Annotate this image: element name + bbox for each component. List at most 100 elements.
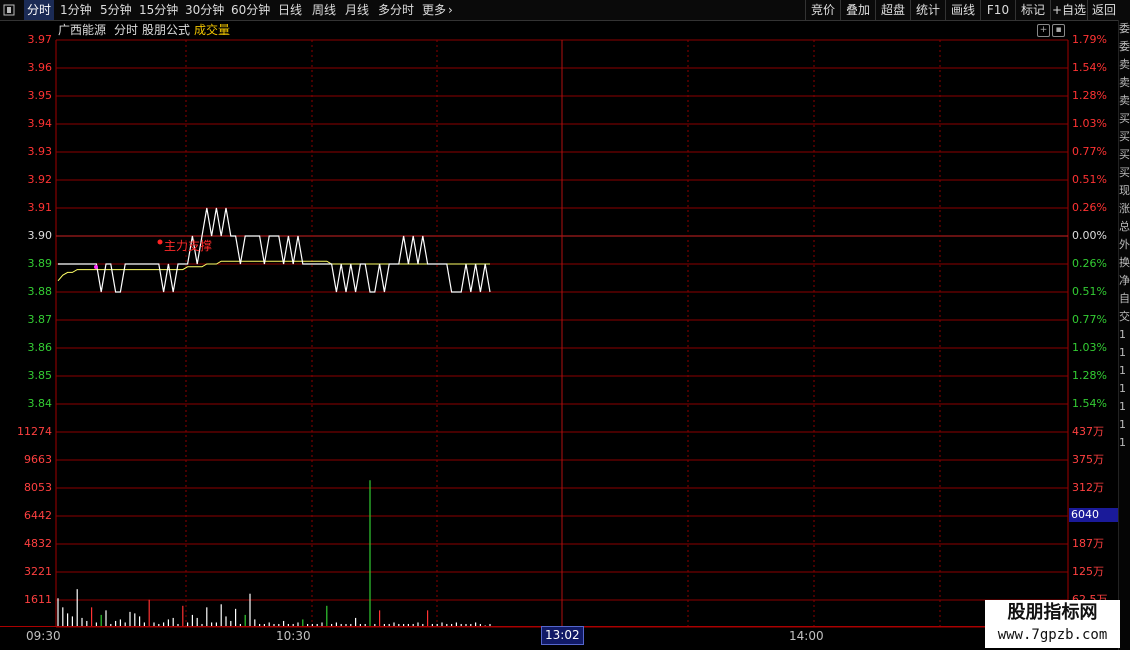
side-panel-char: 卖: [1119, 58, 1130, 71]
side-panel-char: 买: [1119, 112, 1130, 125]
chevron-right-icon: ›: [448, 3, 453, 17]
average-price-line: [57, 260, 490, 282]
side-panel-char: 总: [1119, 220, 1130, 233]
mark-button[interactable]: 标记: [1015, 0, 1050, 20]
tab-fenshi[interactable]: 分时: [24, 0, 55, 20]
side-panel-char: 1: [1119, 346, 1126, 359]
back-button[interactable]: 返回: [1087, 0, 1120, 20]
pct-axis-label: 0.51%: [1072, 173, 1107, 186]
volume-wan-label: 437万: [1072, 425, 1104, 438]
side-panel-char: 1: [1119, 400, 1126, 413]
tab-30min[interactable]: 30分钟: [185, 0, 224, 20]
quote-side-panel: 委委卖卖卖买买买买现涨总外换净自交1111111: [1118, 20, 1130, 650]
pct-axis-label: 1.28%: [1072, 369, 1107, 382]
price-axis-label: 3.87: [27, 313, 53, 326]
time-label-1030: 10:30: [276, 629, 311, 643]
pct-axis-label: 1.28%: [1072, 89, 1107, 102]
menu-square-icon[interactable]: [3, 0, 17, 20]
price-axis-label: 3.96: [27, 61, 53, 74]
cursor-time: 13:02: [541, 626, 584, 645]
side-panel-char: 卖: [1119, 94, 1130, 107]
tab-5min[interactable]: 5分钟: [100, 0, 132, 20]
price-axis-label: 3.86: [27, 341, 53, 354]
side-panel-char: 1: [1119, 382, 1126, 395]
price-axis-label: 3.84: [27, 397, 53, 410]
price-axis-label: 3.91: [27, 201, 53, 214]
price-axis-label: 3.94: [27, 117, 53, 130]
side-panel-char: 卖: [1119, 76, 1130, 89]
auction-button[interactable]: 竞价: [805, 0, 840, 20]
price-axis-label: 3.93: [27, 145, 53, 158]
support-marker: [157, 239, 163, 245]
volume-axis-label: 6442: [24, 509, 52, 522]
draw-line-button[interactable]: 画线: [945, 0, 980, 20]
volume-wan-label: 375万: [1072, 453, 1104, 466]
watermark-title: 股朋指标网: [1007, 602, 1098, 623]
tab-monthly[interactable]: 月线: [345, 0, 369, 20]
side-panel-char: 1: [1119, 364, 1126, 377]
time-axis: 09:30 10:30 14:00: [0, 626, 1068, 645]
pct-axis-label: 1.03%: [1072, 117, 1107, 130]
side-panel-char: 1: [1119, 328, 1126, 341]
intraday-chart[interactable]: [0, 0, 1130, 650]
volume-axis-label: 11274: [17, 425, 52, 438]
tab-weekly[interactable]: 周线: [312, 0, 336, 20]
side-panel-char: 净: [1119, 274, 1130, 287]
side-panel-char: 1: [1119, 436, 1126, 449]
price-axis-label: 3.85: [27, 369, 53, 382]
volume-wan-label: 125万: [1072, 565, 1104, 578]
tab-daily[interactable]: 日线: [278, 0, 302, 20]
stock-name: 广西能源: [58, 23, 107, 37]
pct-axis-label: 1.54%: [1072, 61, 1107, 74]
cursor-volume-value: 6040: [1069, 508, 1119, 522]
period-toolbar: 分时 1分钟 5分钟 15分钟 30分钟 60分钟 日线 周线 月线 多分时 更…: [0, 0, 1130, 21]
price-axis-label: 3.95: [27, 89, 53, 102]
price-axis-label: 3.89: [27, 257, 53, 270]
tab-1min[interactable]: 1分钟: [60, 0, 92, 20]
side-panel-char: 交: [1119, 310, 1130, 323]
price-line: [58, 207, 491, 293]
pct-axis-label: 0.00%: [1072, 229, 1107, 242]
stats-button[interactable]: 统计: [910, 0, 945, 20]
chart-mode: 分时: [114, 23, 139, 37]
tab-15min[interactable]: 15分钟: [139, 0, 178, 20]
watermark: 股朋指标网 www.7gpzb.com: [985, 600, 1120, 648]
formula-name[interactable]: 股朋公式: [142, 21, 190, 39]
volume-axis-label: 3221: [24, 565, 52, 578]
side-panel-char: 买: [1119, 130, 1130, 143]
watermark-url: www.7gpzb.com: [997, 627, 1108, 643]
overlay-button[interactable]: 叠加: [840, 0, 875, 20]
volume-wan-label: 312万: [1072, 481, 1104, 494]
side-panel-char: 现: [1119, 184, 1130, 197]
side-panel-char: 委: [1119, 22, 1130, 35]
side-panel-char: 换: [1119, 256, 1130, 269]
add-favorite-button[interactable]: +自选: [1050, 0, 1087, 20]
side-panel-char: 买: [1119, 148, 1130, 161]
side-panel-char: 1: [1119, 418, 1126, 431]
pct-axis-label: 1.54%: [1072, 397, 1107, 410]
f10-button[interactable]: F10: [980, 0, 1015, 20]
volume-axis-label: 8053: [24, 481, 52, 494]
volume-wan-label: 187万: [1072, 537, 1104, 550]
buy-marker: [94, 265, 98, 269]
super-button[interactable]: 超盘: [875, 0, 910, 20]
settings-icon[interactable]: ▪: [1052, 24, 1065, 37]
pct-axis-label: 0.77%: [1072, 145, 1107, 158]
support-annotation: 主力支撑: [164, 239, 213, 253]
price-axis-label: 3.90: [27, 229, 53, 242]
volume-axis-label: 9663: [24, 453, 52, 466]
side-panel-char: 委: [1119, 40, 1130, 53]
tab-multi-fenshi[interactable]: 多分时: [378, 0, 414, 20]
price-axis-label: 3.88: [27, 285, 53, 298]
pct-axis-label: 0.26%: [1072, 201, 1107, 214]
tab-more-label: 更多: [422, 3, 447, 17]
side-panel-char: 外: [1119, 238, 1130, 251]
side-panel-char: 买: [1119, 166, 1130, 179]
pct-axis-label: 1.03%: [1072, 341, 1107, 354]
tab-60min[interactable]: 60分钟: [231, 0, 270, 20]
zoom-in-icon[interactable]: +: [1037, 24, 1050, 37]
tab-more[interactable]: 更多 ›: [422, 0, 453, 20]
volume-indicator-label[interactable]: 成交量: [194, 21, 230, 39]
pct-axis-label: 0.77%: [1072, 313, 1107, 326]
pct-axis-label: 1.79%: [1072, 33, 1107, 46]
